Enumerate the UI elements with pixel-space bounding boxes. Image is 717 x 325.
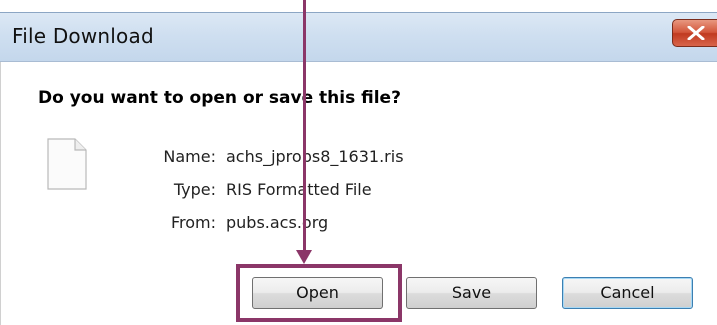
window-title: File Download: [12, 24, 154, 48]
from-value: pubs.acs.org: [226, 213, 329, 232]
annotation-arrow-line: [303, 0, 306, 258]
type-label: Type:: [173, 180, 216, 199]
save-button[interactable]: Save: [406, 277, 537, 309]
close-icon: [687, 26, 705, 40]
top-margin: [0, 0, 717, 12]
name-label: Name:: [163, 147, 216, 166]
type-value: RIS Formatted File: [226, 180, 372, 199]
from-label: From:: [170, 213, 216, 232]
title-bar[interactable]: File Download: [0, 12, 717, 62]
name-value: achs_jprobs8_1631.ris: [226, 147, 404, 166]
annotation-arrow-head: [296, 250, 312, 264]
close-button[interactable]: [672, 19, 717, 47]
cancel-button[interactable]: Cancel: [562, 277, 693, 309]
dialog-question: Do you want to open or save this file?: [38, 88, 401, 108]
annotation-highlight-box: [236, 264, 402, 322]
file-icon: [47, 138, 87, 190]
file-download-dialog: File Download Do you want to open or sav…: [0, 0, 717, 325]
